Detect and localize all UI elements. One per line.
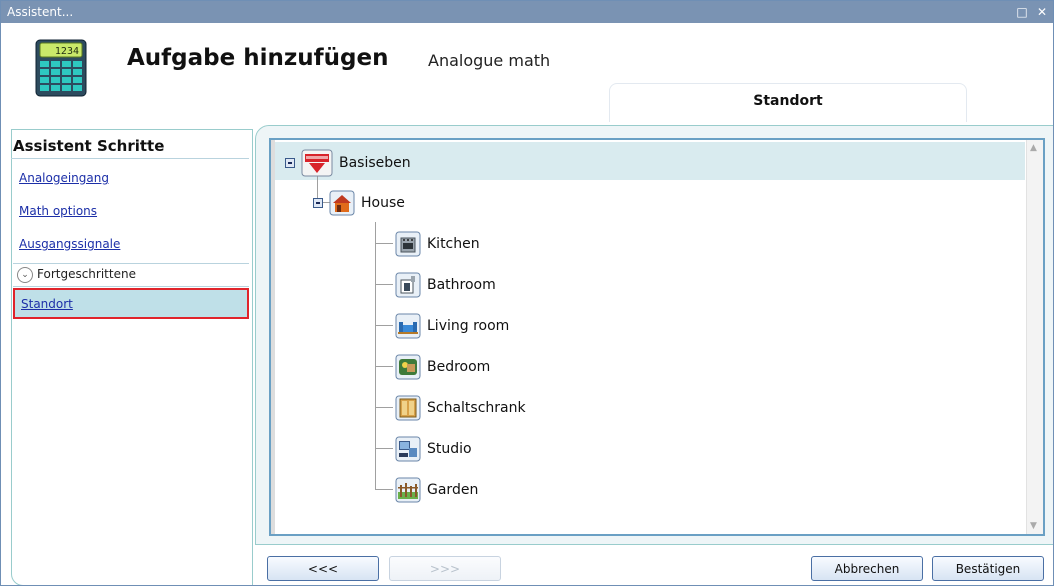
advanced-section-toggle[interactable]: ⌄ Fortgeschrittene: [13, 263, 249, 287]
bathroom-icon: [395, 272, 421, 298]
step-link-analogeingang[interactable]: Analogeingang: [19, 171, 109, 185]
tab-label: Standort: [753, 93, 823, 109]
steps-panel: [11, 129, 253, 585]
tree-node-label: House: [361, 195, 405, 211]
tree-connector: [375, 448, 393, 449]
step-link-standort[interactable]: Standort: [13, 288, 249, 319]
cancel-button[interactable]: Abbrechen: [811, 556, 923, 581]
step-link-math-options[interactable]: Math options: [19, 204, 97, 218]
carlo-gavazzi-logo-icon: [301, 149, 333, 177]
selected-step-label: Standort: [21, 297, 73, 311]
sofa-icon: [395, 313, 421, 339]
tree-node-label: Bedroom: [427, 359, 491, 375]
steps-divider: [11, 158, 249, 159]
tree-connector: [375, 222, 376, 490]
bedroom-icon: [395, 354, 421, 380]
restore-icon[interactable]: □: [1015, 5, 1029, 19]
tree-node-root[interactable]: Basiseben: [285, 149, 411, 177]
window-title: Assistent...: [7, 5, 74, 19]
tree-node-living-room[interactable]: Living room: [395, 313, 509, 339]
tree-node-bathroom[interactable]: Bathroom: [395, 272, 496, 298]
tree-node-label: Basiseben: [339, 155, 411, 171]
tree-node-house[interactable]: House: [313, 190, 405, 216]
close-icon[interactable]: ✕: [1035, 5, 1049, 19]
tree-node-label: Studio: [427, 441, 472, 457]
studio-icon: [395, 436, 421, 462]
scroll-down-icon[interactable]: ▼: [1030, 521, 1037, 531]
tree-node-label: Kitchen: [427, 236, 480, 252]
step-link-ausgangssignale[interactable]: Ausgangssignale: [19, 237, 120, 251]
tree-connector: [375, 489, 393, 490]
page-title: Aufgabe hinzufügen: [127, 45, 389, 71]
location-tree[interactable]: Basiseben House Kitchen Bathroom Living …: [269, 138, 1045, 536]
tree-connector: [375, 407, 393, 408]
tree-node-garden[interactable]: Garden: [395, 477, 478, 503]
tree-node-label: Bathroom: [427, 277, 496, 293]
assistant-window: Assistent... □ ✕ 1234 Aufgabe hinzufügen…: [0, 0, 1054, 586]
tree-node-schaltschrank[interactable]: Schaltschrank: [395, 395, 526, 421]
kitchen-icon: [395, 231, 421, 257]
tree-node-label: Schaltschrank: [427, 400, 526, 416]
tree-node-label: Living room: [427, 318, 510, 334]
title-bar: Assistent... □ ✕: [1, 1, 1053, 23]
advanced-label: Fortgeschrittene: [37, 267, 136, 281]
steps-title: Assistent Schritte: [13, 137, 165, 155]
tree-node-studio[interactable]: Studio: [395, 436, 472, 462]
tree-node-label: Garden: [427, 482, 479, 498]
calculator-display: 1234: [55, 46, 79, 57]
page-subtitle: Analogue math: [428, 51, 551, 70]
scroll-up-icon[interactable]: ▲: [1030, 143, 1037, 153]
tree-scrollbar[interactable]: ▲ ▼: [1026, 140, 1043, 534]
confirm-button[interactable]: Bestätigen: [932, 556, 1044, 581]
tree-connector: [375, 243, 393, 244]
next-button[interactable]: >>>: [389, 556, 501, 581]
collapse-icon[interactable]: [285, 158, 295, 168]
chevron-down-icon[interactable]: ⌄: [17, 267, 33, 283]
back-button[interactable]: <<<: [267, 556, 379, 581]
tree-node-bedroom[interactable]: Bedroom: [395, 354, 490, 380]
tree-node-kitchen[interactable]: Kitchen: [395, 231, 480, 257]
tree-connector: [375, 366, 393, 367]
cabinet-icon: [395, 395, 421, 421]
garden-icon: [395, 477, 421, 503]
collapse-icon[interactable]: [313, 198, 323, 208]
house-icon: [329, 190, 355, 216]
tree-connector: [375, 325, 393, 326]
calculator-icon: 1234: [35, 39, 87, 97]
tab-standort[interactable]: Standort: [609, 83, 967, 122]
tree-gutter: [271, 140, 275, 534]
tree-connector: [375, 284, 393, 285]
